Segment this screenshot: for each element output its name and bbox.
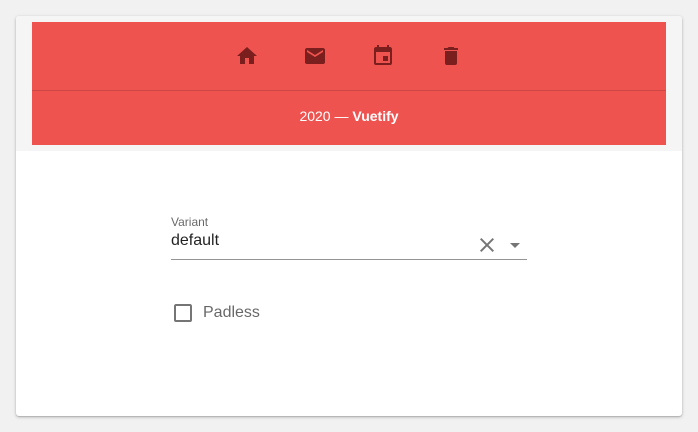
home-icon bbox=[237, 47, 257, 64]
copyright-separator: — bbox=[330, 108, 353, 124]
footer-divider bbox=[32, 90, 666, 91]
variant-select[interactable]: Variant bbox=[171, 212, 527, 260]
footer-preview-area: 2020 — Vuetify bbox=[16, 16, 682, 151]
padless-checkbox-box[interactable] bbox=[171, 301, 195, 325]
padless-label: Padless bbox=[203, 304, 260, 321]
padless-checkbox[interactable]: Padless bbox=[171, 300, 260, 326]
email-icon bbox=[305, 48, 325, 64]
footer-copyright: 2020 — Vuetify bbox=[32, 108, 666, 124]
variant-dropdown-toggle[interactable] bbox=[503, 233, 527, 257]
home-button[interactable] bbox=[229, 38, 265, 74]
variant-clear-button[interactable] bbox=[475, 233, 499, 257]
email-button[interactable] bbox=[297, 38, 333, 74]
calendar-icon bbox=[374, 45, 392, 65]
menu-down-icon bbox=[510, 243, 520, 248]
checkbox-blank-outline-icon bbox=[174, 304, 192, 322]
calendar-button[interactable] bbox=[365, 38, 401, 74]
variant-input[interactable] bbox=[171, 232, 461, 250]
variant-underline bbox=[171, 259, 527, 260]
demo-card: 2020 — Vuetify Variant Padless bbox=[16, 16, 682, 416]
close-icon bbox=[480, 238, 494, 252]
delete-icon bbox=[444, 47, 458, 65]
variant-label: Variant bbox=[171, 215, 209, 229]
copyright-year: 2020 bbox=[299, 108, 331, 124]
delete-button[interactable] bbox=[433, 38, 469, 74]
footer-icon-row bbox=[32, 22, 666, 90]
copyright-brand: Vuetify bbox=[352, 108, 399, 124]
footer: 2020 — Vuetify bbox=[32, 22, 666, 145]
